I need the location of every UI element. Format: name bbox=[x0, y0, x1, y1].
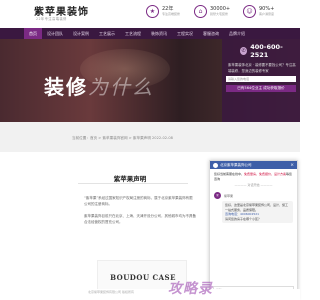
panel-description: 紫苹果装饰北京 · 装修要不要找公司？专注高端装修，您身边的装修专家 bbox=[228, 63, 296, 73]
badge-desc: 客户满意度 bbox=[259, 12, 275, 16]
phone-input[interactable]: 请输入您的电话 bbox=[226, 76, 296, 82]
article-paragraph: 紫苹果装饰目前只在北京、上海、天津开设分公司，其他城市均为不具备合法经营权的冒充… bbox=[84, 214, 196, 224]
chat-widget: 北京紫苹果装饰公司 × 您好当前客服在线中，免费量房，免费报价，设计方案等您咨询… bbox=[209, 160, 298, 300]
footer: 北京紫苹果装饰有限公司 版权所有 bbox=[0, 289, 300, 300]
chat-agent: 紫 紫苹果 bbox=[214, 192, 293, 199]
get-quote-button[interactable]: 已有564位业主 成功获取报价 bbox=[226, 85, 296, 92]
quote-panel: ✆ 400-600-2521 紫苹果装饰北京 · 装修要不要找公司？专注高端装修… bbox=[222, 39, 300, 122]
chat-header[interactable]: 北京紫苹果装饰公司 × bbox=[210, 161, 297, 169]
breadcrumb[interactable]: 当前位置：首页 > 紫苹果装饰官网 > 紫苹果声明 2022-02-08 bbox=[72, 136, 173, 141]
nav-item-sites[interactable]: 工程实况 bbox=[172, 28, 198, 39]
phone-icon: ✆ bbox=[240, 47, 248, 55]
badge-homes: ⌂ 30000+ 别墅大宅装修 bbox=[194, 5, 230, 18]
banner-headline: 装修为什么 bbox=[44, 71, 154, 100]
nav-item-news[interactable]: 装饰资讯 bbox=[146, 28, 172, 39]
nav-item-consult[interactable]: 客服咨询 bbox=[198, 28, 224, 39]
nav-item-process[interactable]: 工艺流程 bbox=[120, 28, 146, 39]
article-paragraph: “紫苹果”系经过国家知识产权局注册的商标，属于北京紫苹果装饰有限公司的注册商标。 bbox=[84, 196, 193, 206]
banner-headline-fade: 为什么 bbox=[88, 75, 154, 99]
hotline-number: 400-600-2521 bbox=[250, 43, 283, 59]
close-icon[interactable]: × bbox=[290, 163, 294, 168]
chat-notice: 您好当前客服在线中，免费量房，免费报价，设计方案等您咨询 bbox=[214, 172, 293, 181]
chat-separator: ———— 对话开始 ———— bbox=[234, 183, 273, 187]
badge-satisfaction: ☺ 90%+ 客户满意度 bbox=[243, 5, 274, 18]
banner-headline-main: 装修 bbox=[44, 75, 88, 99]
nav-item-design-team[interactable]: 设计团队 bbox=[42, 28, 68, 39]
notice-text: 您好当前客服在线中， bbox=[214, 172, 245, 176]
agent-name: 紫苹果 bbox=[224, 193, 234, 198]
top-header: 紫苹果装饰 22年专注高端装修 ★ 22年 专注高端装修 ⌂ 30000+ 别墅… bbox=[0, 0, 300, 28]
badge-desc: 专注高端装修 bbox=[162, 12, 181, 16]
chat-logo-icon bbox=[213, 162, 218, 168]
badge-desc: 别墅大宅装修 bbox=[210, 12, 229, 16]
message-line: 请问您的房子在哪个小区？ bbox=[225, 216, 262, 221]
avatar: 紫 bbox=[214, 192, 221, 199]
home-icon: ⌂ bbox=[194, 5, 207, 18]
nav-item-craft[interactable]: 工艺展示 bbox=[94, 28, 120, 39]
chat-title: 北京紫苹果装饰公司 bbox=[220, 162, 252, 167]
title-divider bbox=[78, 183, 188, 184]
nav-item-home[interactable]: 首页 bbox=[24, 28, 42, 39]
main-nav: 首页 设计团队 设计案例 工艺展示 工艺流程 装饰资讯 工程实况 客服咨询 品牌… bbox=[0, 28, 300, 39]
badge-years: ★ 22年 专注高端装修 bbox=[146, 5, 180, 18]
smile-icon: ☺ bbox=[243, 5, 256, 18]
award-icon: ★ bbox=[146, 5, 159, 18]
nav-item-brand[interactable]: 品牌介绍 bbox=[224, 28, 250, 39]
article-title: 紫苹果声明 bbox=[113, 175, 147, 183]
logo-subtitle: 22年专注高端装修 bbox=[36, 17, 67, 21]
watermark: 攻略录 bbox=[168, 281, 213, 297]
message-line: 您好，这里是北京紫苹果装饰公司，设计、施工一站式服务，品质保障。 bbox=[225, 203, 289, 212]
chat-message: 您好，这里是北京紫苹果装饰公司，设计、施工一站式服务，品质保障。 咨询电话：40… bbox=[222, 201, 293, 224]
breadcrumb-bar: 当前位置：首页 > 紫苹果装饰官网 > 紫苹果声明 2022-02-08 bbox=[0, 122, 300, 152]
notice-highlight: 免费量房，免费报价，设计方案 bbox=[244, 172, 287, 176]
hotline[interactable]: ✆ 400-600-2521 bbox=[240, 43, 296, 59]
footer-text: 北京紫苹果装饰有限公司 版权所有 bbox=[88, 290, 134, 294]
nav-item-cases[interactable]: 设计案例 bbox=[68, 28, 94, 39]
